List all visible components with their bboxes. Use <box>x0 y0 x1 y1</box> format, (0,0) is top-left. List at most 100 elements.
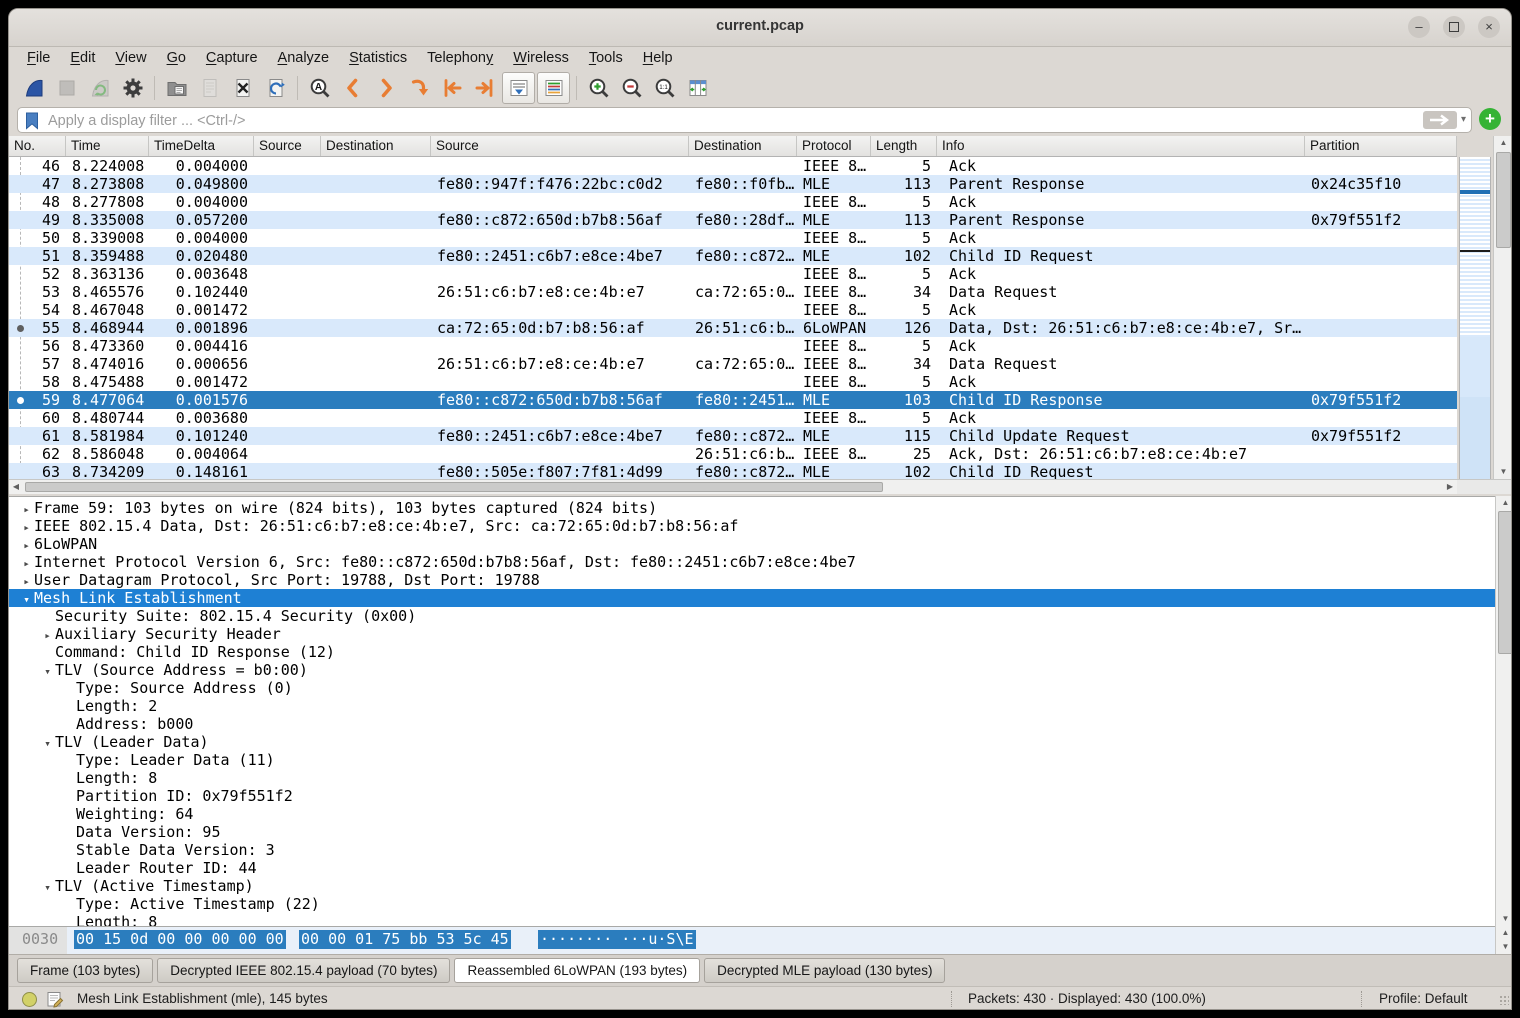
detail-row[interactable]: Command: Child ID Response (12) <box>9 643 1495 661</box>
column-header-partition[interactable]: Partition <box>1305 136 1457 156</box>
column-header-source-1[interactable]: Source <box>254 136 321 156</box>
bookmark-icon[interactable] <box>25 112 39 135</box>
packet-list-hscrollbar[interactable]: ◀ ▶ <box>9 479 1457 494</box>
last-packet-button[interactable] <box>469 73 500 103</box>
detail-row[interactable]: Length: 2 <box>9 697 1495 715</box>
zoom-out-button[interactable] <box>616 73 647 103</box>
menu-telephony[interactable]: Telephony <box>417 50 503 66</box>
open-file-button[interactable] <box>161 73 192 103</box>
expand-arrow-icon[interactable]: ▾ <box>40 663 55 679</box>
collapse-arrow-icon[interactable]: ▸ <box>19 519 34 535</box>
byte-view-tab-0[interactable]: Frame (103 bytes) <box>17 958 153 983</box>
column-header-time[interactable]: Time <box>66 136 149 156</box>
stop-capture-button[interactable] <box>51 73 82 103</box>
collapse-arrow-icon[interactable]: ▸ <box>19 573 34 589</box>
filter-dropdown-caret[interactable]: ▾ <box>1461 114 1466 125</box>
detail-row[interactable]: Type: Leader Data (11) <box>9 751 1495 769</box>
detail-row[interactable]: ▸Auxiliary Security Header <box>9 625 1495 643</box>
packet-row-46[interactable]: 468.2240080.004000IEEE 8…5Ack <box>9 157 1457 175</box>
hex-bytes-group-2[interactable]: 00 00 01 75 bb 53 5c 45 <box>299 930 511 949</box>
resize-grip[interactable] <box>1499 995 1509 1005</box>
menu-file[interactable]: File <box>17 50 60 66</box>
detail-row[interactable]: Leader Router ID: 44 <box>9 859 1495 877</box>
start-capture-button[interactable] <box>18 73 49 103</box>
packet-row-60[interactable]: 608.4807440.003680IEEE 8…5Ack <box>9 409 1457 427</box>
column-header-timedelta[interactable]: TimeDelta <box>149 136 254 156</box>
close-button[interactable]: × <box>1478 16 1500 38</box>
colorize-button[interactable] <box>537 72 570 104</box>
detail-row[interactable]: Data Version: 95 <box>9 823 1495 841</box>
menu-view[interactable]: View <box>105 50 156 66</box>
hex-bytes-group-1[interactable]: 00 15 0d 00 00 00 00 00 <box>74 930 286 949</box>
menu-statistics[interactable]: Statistics <box>339 50 417 66</box>
detail-row[interactable]: Length: 8 <box>9 913 1495 926</box>
title-bar[interactable]: current.pcap – × <box>9 9 1511 47</box>
packet-row-49[interactable]: 498.3350080.057200fe80::c872:650d:b7b8:5… <box>9 211 1457 229</box>
column-header-destination-1[interactable]: Destination <box>321 136 431 156</box>
packet-row-50[interactable]: 508.3390080.004000IEEE 8…5Ack <box>9 229 1457 247</box>
details-scroll-up-arrow[interactable]: ▲ <box>1496 496 1512 510</box>
packet-row-53[interactable]: 538.4655760.10244026:51:c6:b7:e8:ce:4b:e… <box>9 283 1457 301</box>
detail-row[interactable]: ▸Internet Protocol Version 6, Src: fe80:… <box>9 553 1495 571</box>
detail-row[interactable]: ▸User Datagram Protocol, Src Port: 19788… <box>9 571 1495 589</box>
packet-list-scroll-thumb[interactable] <box>1496 152 1511 248</box>
column-header-no[interactable]: No. <box>9 136 66 156</box>
detail-row[interactable]: ▸6LoWPAN <box>9 535 1495 553</box>
column-header-destination-2[interactable]: Destination <box>689 136 797 156</box>
display-filter-box[interactable]: ▾ <box>17 107 1472 133</box>
expert-info-icon[interactable] <box>22 992 37 1007</box>
detail-row[interactable]: Address: b000 <box>9 715 1495 733</box>
minimize-button[interactable]: – <box>1408 16 1430 38</box>
menu-tools[interactable]: Tools <box>579 50 633 66</box>
scroll-up-arrow[interactable]: ▲ <box>1494 136 1512 150</box>
intelligent-scrollbar-minimap[interactable] <box>1459 157 1491 479</box>
byte-view-tab-2[interactable]: Reassembled 6LoWPAN (193 bytes) <box>454 958 700 983</box>
add-filter-button[interactable]: + <box>1479 108 1501 130</box>
detail-row[interactable]: ▾TLV (Source Address = b0:00) <box>9 661 1495 679</box>
bytes-scroll-down-arrow[interactable]: ▼ <box>1496 940 1512 954</box>
display-filter-input[interactable] <box>46 110 1380 132</box>
zoom-original-button[interactable]: 1:1 <box>649 73 680 103</box>
menu-go[interactable]: Go <box>157 50 196 66</box>
capture-options-button[interactable] <box>117 73 148 103</box>
maximize-button[interactable] <box>1443 16 1465 38</box>
detail-row[interactable]: ▾TLV (Active Timestamp) <box>9 877 1495 895</box>
restart-capture-button[interactable] <box>84 73 115 103</box>
column-header-info[interactable]: Info <box>937 136 1305 156</box>
packet-row-58[interactable]: 588.4754880.001472IEEE 8…5Ack <box>9 373 1457 391</box>
detail-row[interactable]: Weighting: 64 <box>9 805 1495 823</box>
packet-row-63[interactable]: 638.7342090.148161fe80::505e:f807:7f81:4… <box>9 463 1457 479</box>
collapse-arrow-icon[interactable]: ▸ <box>19 537 34 553</box>
packet-row-61[interactable]: 618.5819840.101240fe80::2451:c6b7:e8ce:4… <box>9 427 1457 445</box>
expand-arrow-icon[interactable]: ▾ <box>19 591 34 607</box>
close-file-button[interactable] <box>227 73 258 103</box>
scroll-down-arrow[interactable]: ▼ <box>1494 465 1512 479</box>
column-header-source-2[interactable]: Source <box>431 136 689 156</box>
byte-view-tab-1[interactable]: Decrypted IEEE 802.15.4 payload (70 byte… <box>157 958 450 983</box>
detail-row[interactable]: Stable Data Version: 3 <box>9 841 1495 859</box>
byte-view-tab-3[interactable]: Decrypted MLE payload (130 bytes) <box>704 958 945 983</box>
hex-ascii[interactable]: ········ ···u·S\E <box>538 930 696 949</box>
collapse-arrow-icon[interactable]: ▸ <box>40 627 55 643</box>
details-scroll-thumb[interactable] <box>1498 511 1512 654</box>
packet-row-48[interactable]: 488.2778080.004000IEEE 8…5Ack <box>9 193 1457 211</box>
bytes-scrollbar[interactable]: ▲ ▼ <box>1495 926 1512 954</box>
packet-row-51[interactable]: 518.3594880.020480fe80::2451:c6b7:e8ce:4… <box>9 247 1457 265</box>
menu-edit[interactable]: Edit <box>60 50 105 66</box>
packet-row-57[interactable]: 578.4740160.00065626:51:c6:b7:e8:ce:4b:e… <box>9 355 1457 373</box>
detail-row[interactable]: Length: 8 <box>9 769 1495 787</box>
packet-row-55[interactable]: 558.4689440.001896ca:72:65:0d:b7:b8:56:a… <box>9 319 1457 337</box>
scroll-left-arrow[interactable]: ◀ <box>9 480 23 494</box>
expand-arrow-icon[interactable]: ▾ <box>40 735 55 751</box>
auto-scroll-button[interactable] <box>502 72 535 104</box>
bytes-scroll-up-arrow[interactable]: ▲ <box>1496 926 1512 940</box>
collapse-arrow-icon[interactable]: ▸ <box>19 555 34 571</box>
collapse-arrow-icon[interactable]: ▸ <box>19 501 34 517</box>
packet-row-56[interactable]: 568.4733600.004416IEEE 8…5Ack <box>9 337 1457 355</box>
go-to-packet-button[interactable] <box>403 73 434 103</box>
detail-row[interactable]: ▾Mesh Link Establishment <box>9 589 1495 607</box>
scroll-right-arrow[interactable]: ▶ <box>1443 480 1457 494</box>
detail-row[interactable]: ▸Frame 59: 103 bytes on wire (824 bits),… <box>9 499 1495 517</box>
hscroll-thumb[interactable] <box>25 482 883 492</box>
find-packet-button[interactable]: A <box>304 73 335 103</box>
